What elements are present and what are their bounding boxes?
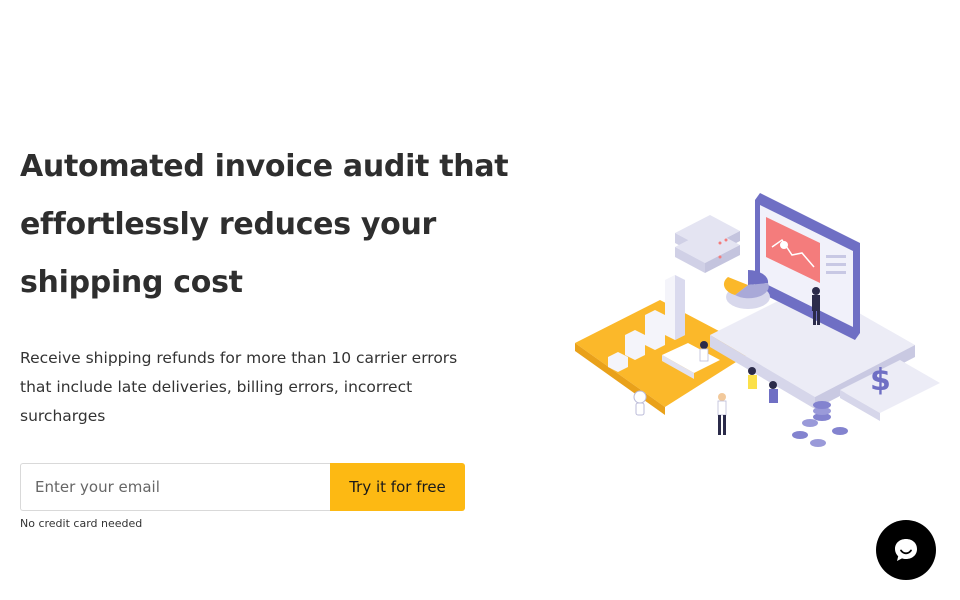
hero-title: Automated invoice audit that effortlessl… [20, 138, 509, 312]
email-field[interactable] [20, 463, 330, 511]
chat-bubble-icon [895, 539, 917, 561]
hero-title-line: effortlessly reduces your [20, 207, 437, 242]
no-credit-card-note: No credit card needed [20, 517, 143, 530]
hero-title-line: shipping cost [20, 265, 243, 300]
hero-subtitle: Receive shipping refunds for more than 1… [20, 344, 480, 431]
hero-subtitle-line: surcharges [20, 407, 106, 425]
hero-section: Automated invoice audit that effortlessl… [20, 138, 509, 530]
svg-text:$: $ [870, 363, 891, 398]
signup-form: Try it for free [20, 463, 465, 511]
hero-subtitle-line: Receive shipping refunds for more than 1… [20, 349, 458, 367]
page: Automated invoice audit that effortlessl… [0, 0, 960, 600]
hero-subtitle-line: that include late deliveries, billing er… [20, 378, 413, 396]
invoice-audit-illustration: $ [570, 185, 945, 465]
hero-title-line: Automated invoice audit that [20, 149, 509, 184]
chat-button[interactable] [876, 520, 936, 580]
try-for-free-button[interactable]: Try it for free [330, 463, 465, 511]
